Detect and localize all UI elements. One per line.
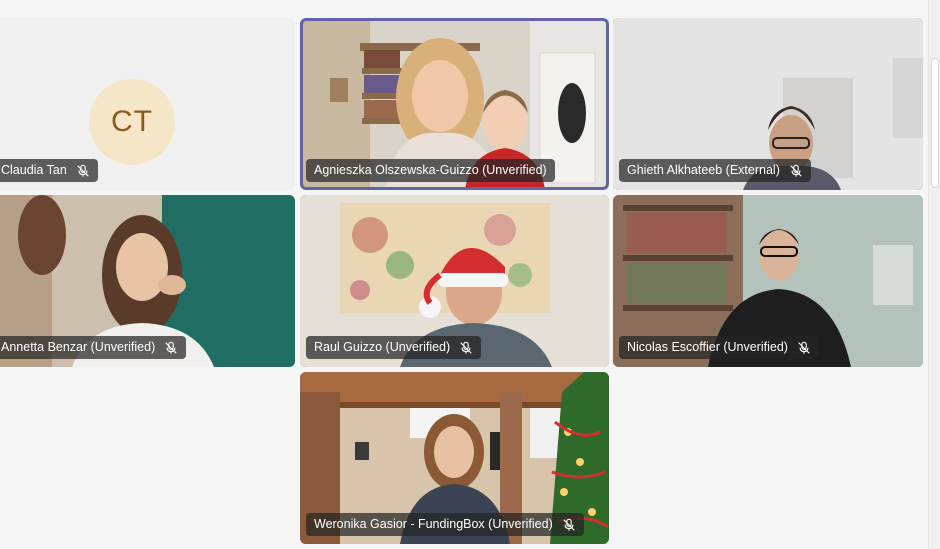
participant-name-tag: Annetta Benzar (Unverified) bbox=[0, 336, 187, 359]
avatar-initials: CT bbox=[111, 105, 153, 138]
participant-name-tag: Nicolas Escoffier (Unverified) bbox=[619, 336, 819, 359]
participant-name-tag: Weronika Gasior - FundingBox (Unverified… bbox=[306, 513, 584, 536]
mic-off-icon bbox=[165, 341, 177, 354]
participant-tile-raul-guizzo[interactable]: Raul Guizzo (Unverified) bbox=[300, 195, 609, 367]
mic-off-icon bbox=[798, 341, 810, 354]
participant-name: Raul Guizzo (Unverified) bbox=[314, 340, 451, 354]
participant-tile-annetta-benzar[interactable]: Annetta Benzar (Unverified) bbox=[0, 195, 295, 367]
participant-name: Claudia Tan bbox=[1, 163, 67, 177]
participant-name: Ghieth Alkhateeb (External) bbox=[627, 163, 780, 177]
participant-tile-claudia-tan[interactable]: CT Claudia Tan bbox=[0, 18, 295, 190]
participant-tile-ghieth-alkhateeb[interactable]: Ghieth Alkhateeb (External) bbox=[613, 18, 923, 190]
mic-off-icon bbox=[460, 341, 472, 354]
participant-name: Weronika Gasior - FundingBox (Unverified… bbox=[314, 517, 553, 531]
participant-name-tag: Agnieszka Olszewska-Guizzo (Unverified) bbox=[306, 159, 555, 182]
mic-off-icon bbox=[563, 518, 575, 531]
participant-tile-agnieszka-olszewska-guizzo[interactable]: Agnieszka Olszewska-Guizzo (Unverified) bbox=[300, 18, 609, 190]
mic-off-icon bbox=[77, 164, 89, 177]
video-grid: CT Claudia Tan Agnieszka Olszewska-Guizz… bbox=[0, 0, 928, 549]
participant-name: Nicolas Escoffier (Unverified) bbox=[627, 340, 788, 354]
participant-name: Agnieszka Olszewska-Guizzo (Unverified) bbox=[314, 163, 547, 177]
scrollbar-thumb[interactable] bbox=[931, 58, 939, 188]
participant-tile-nicolas-escoffier[interactable]: Nicolas Escoffier (Unverified) bbox=[613, 195, 923, 367]
participant-name-tag: Raul Guizzo (Unverified) bbox=[306, 336, 482, 359]
participant-tile-weronika-gasior[interactable]: Weronika Gasior - FundingBox (Unverified… bbox=[300, 372, 609, 544]
participant-name-tag: Ghieth Alkhateeb (External) bbox=[619, 159, 811, 182]
vertical-scrollbar[interactable] bbox=[928, 0, 940, 549]
participant-avatar: CT bbox=[89, 79, 175, 165]
participant-name: Annetta Benzar (Unverified) bbox=[1, 340, 156, 354]
mic-off-icon bbox=[790, 164, 802, 177]
participant-name-tag: Claudia Tan bbox=[0, 159, 98, 182]
